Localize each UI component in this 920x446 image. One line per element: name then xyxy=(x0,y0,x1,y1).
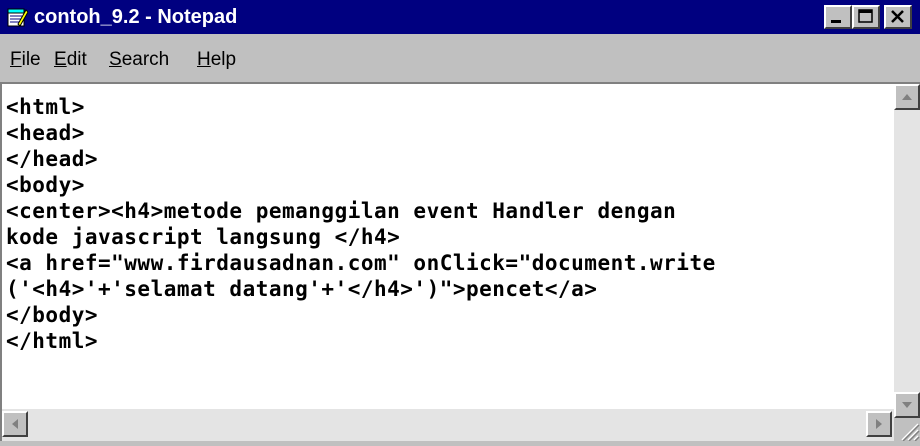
menu-bar: File Edit Search Help xyxy=(0,34,920,82)
code-line: <head> xyxy=(6,121,85,145)
code-line: ('<h4>'+'selamat datang'+'</h4>')">pence… xyxy=(6,277,598,301)
title-bar[interactable]: contoh_9.2 - Notepad xyxy=(0,0,920,34)
minimize-icon xyxy=(831,20,841,23)
scroll-left-button[interactable] xyxy=(2,411,28,437)
code-line: </html> xyxy=(6,329,99,353)
arrow-left-icon xyxy=(12,419,18,429)
code-line: </body> xyxy=(6,303,99,327)
scroll-right-button[interactable] xyxy=(866,411,892,437)
scroll-up-button[interactable] xyxy=(894,84,920,110)
menu-search[interactable]: Search xyxy=(109,48,169,72)
code-line: <center><h4>metode pemanggilan event Han… xyxy=(6,199,677,223)
notepad-icon xyxy=(7,8,28,27)
menu-edit[interactable]: Edit xyxy=(54,48,87,72)
resize-grip[interactable] xyxy=(894,418,920,442)
close-icon xyxy=(891,10,904,23)
editor-content[interactable]: <html> <head> </head> <body> <center><h4… xyxy=(6,94,716,354)
menu-file[interactable]: File xyxy=(10,48,41,72)
code-line: <a href="www.firdausadnan.com" onClick="… xyxy=(6,251,716,275)
arrow-right-icon xyxy=(876,419,882,429)
text-editor[interactable]: <html> <head> </head> <body> <center><h4… xyxy=(0,82,920,441)
window-title: contoh_9.2 - Notepad xyxy=(34,6,238,28)
horizontal-scrollbar[interactable] xyxy=(2,409,894,441)
code-line: <html> xyxy=(6,95,85,119)
minimize-button[interactable] xyxy=(824,5,852,29)
maximize-icon xyxy=(858,9,873,23)
code-line: </head> xyxy=(6,147,99,171)
arrow-up-icon xyxy=(902,94,912,100)
code-line: kode javascript langsung </h4> xyxy=(6,225,401,249)
menu-help[interactable]: Help xyxy=(197,48,236,72)
resize-grip-icon xyxy=(901,423,920,442)
arrow-down-icon xyxy=(902,402,912,408)
code-line: <body> xyxy=(6,173,85,197)
vertical-scrollbar[interactable] xyxy=(894,84,920,418)
close-button[interactable] xyxy=(884,5,912,29)
scroll-down-button[interactable] xyxy=(894,392,920,418)
maximize-button[interactable] xyxy=(852,5,880,29)
